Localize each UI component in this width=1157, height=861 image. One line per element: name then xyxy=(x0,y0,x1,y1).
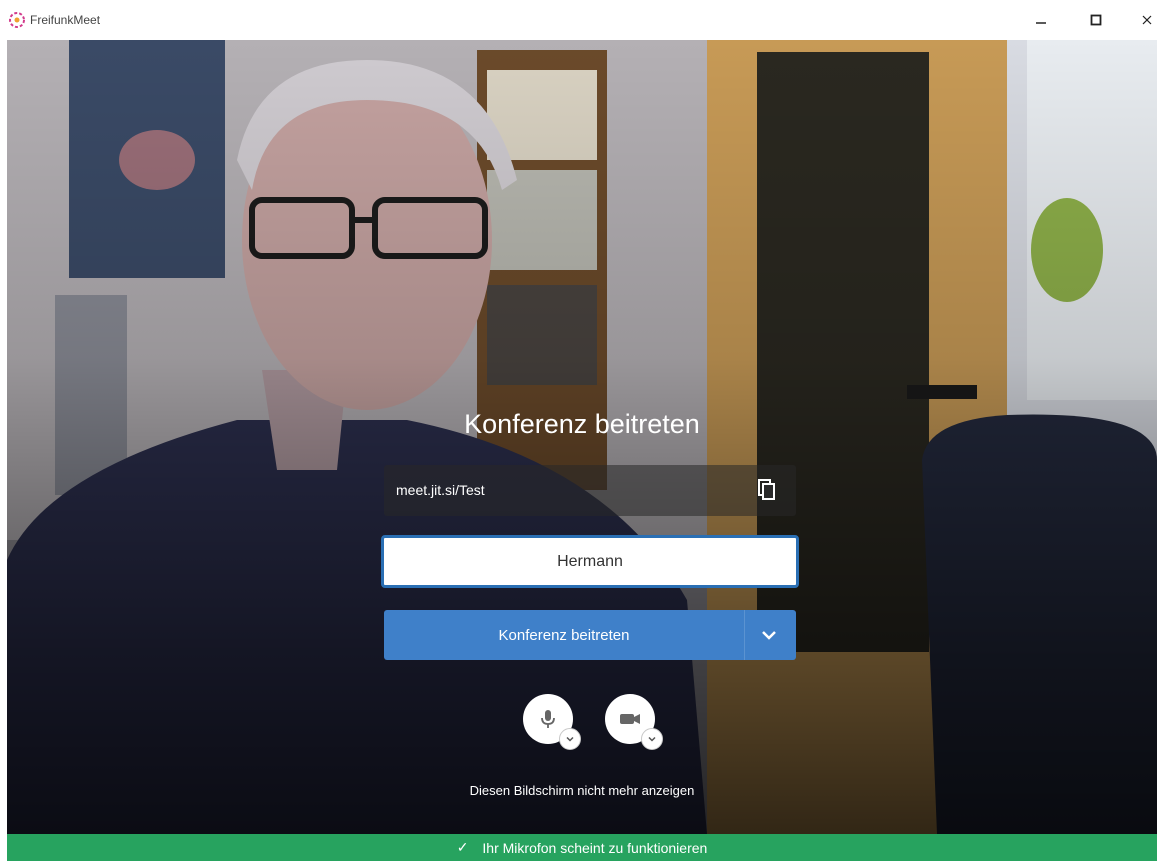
dont-show-again-link[interactable]: Diesen Bildschirm nicht mehr anzeigen xyxy=(7,783,1157,798)
chevron-down-icon xyxy=(566,736,574,742)
video-camera-icon xyxy=(620,714,640,724)
microphone-status-text: Ihr Mikrofon scheint zu funktionieren xyxy=(482,839,708,856)
camera-preview: Konferenz beitreten meet.jit.si/Test Kon… xyxy=(7,40,1157,834)
chevron-down-icon xyxy=(648,736,656,742)
close-button[interactable] xyxy=(1134,8,1157,32)
title-bar: FreifunkMeet xyxy=(0,0,1157,40)
prejoin-title: Konferenz beitreten xyxy=(464,409,700,439)
join-button-divider xyxy=(744,610,745,660)
microphone-status-bar: ✓ Ihr Mikrofon scheint zu funktionieren xyxy=(7,834,1157,861)
join-conference-button[interactable]: Konferenz beitreten xyxy=(384,610,796,660)
freifunk-flower-icon xyxy=(9,12,25,28)
minimize-icon xyxy=(1036,22,1046,24)
chevron-down-icon[interactable] xyxy=(760,626,778,644)
microphone-toggle-button[interactable] xyxy=(523,694,581,750)
display-name-input[interactable] xyxy=(381,535,799,588)
maximize-icon xyxy=(1090,14,1102,26)
close-icon xyxy=(1142,15,1152,25)
microphone-icon xyxy=(541,710,555,728)
join-conference-label: Konferenz beitreten xyxy=(498,627,630,644)
camera-toggle-button[interactable] xyxy=(605,694,663,750)
room-url-box: meet.jit.si/Test xyxy=(384,465,796,516)
microphone-options-button[interactable] xyxy=(559,728,581,750)
room-url: meet.jit.si/Test xyxy=(396,482,485,498)
minimize-button[interactable] xyxy=(1028,8,1054,32)
maximize-button[interactable] xyxy=(1083,8,1109,32)
app-title: FreifunkMeet xyxy=(30,13,101,27)
check-icon: ✓ xyxy=(456,839,469,855)
camera-options-button[interactable] xyxy=(641,728,663,750)
copy-icon[interactable] xyxy=(756,478,778,502)
